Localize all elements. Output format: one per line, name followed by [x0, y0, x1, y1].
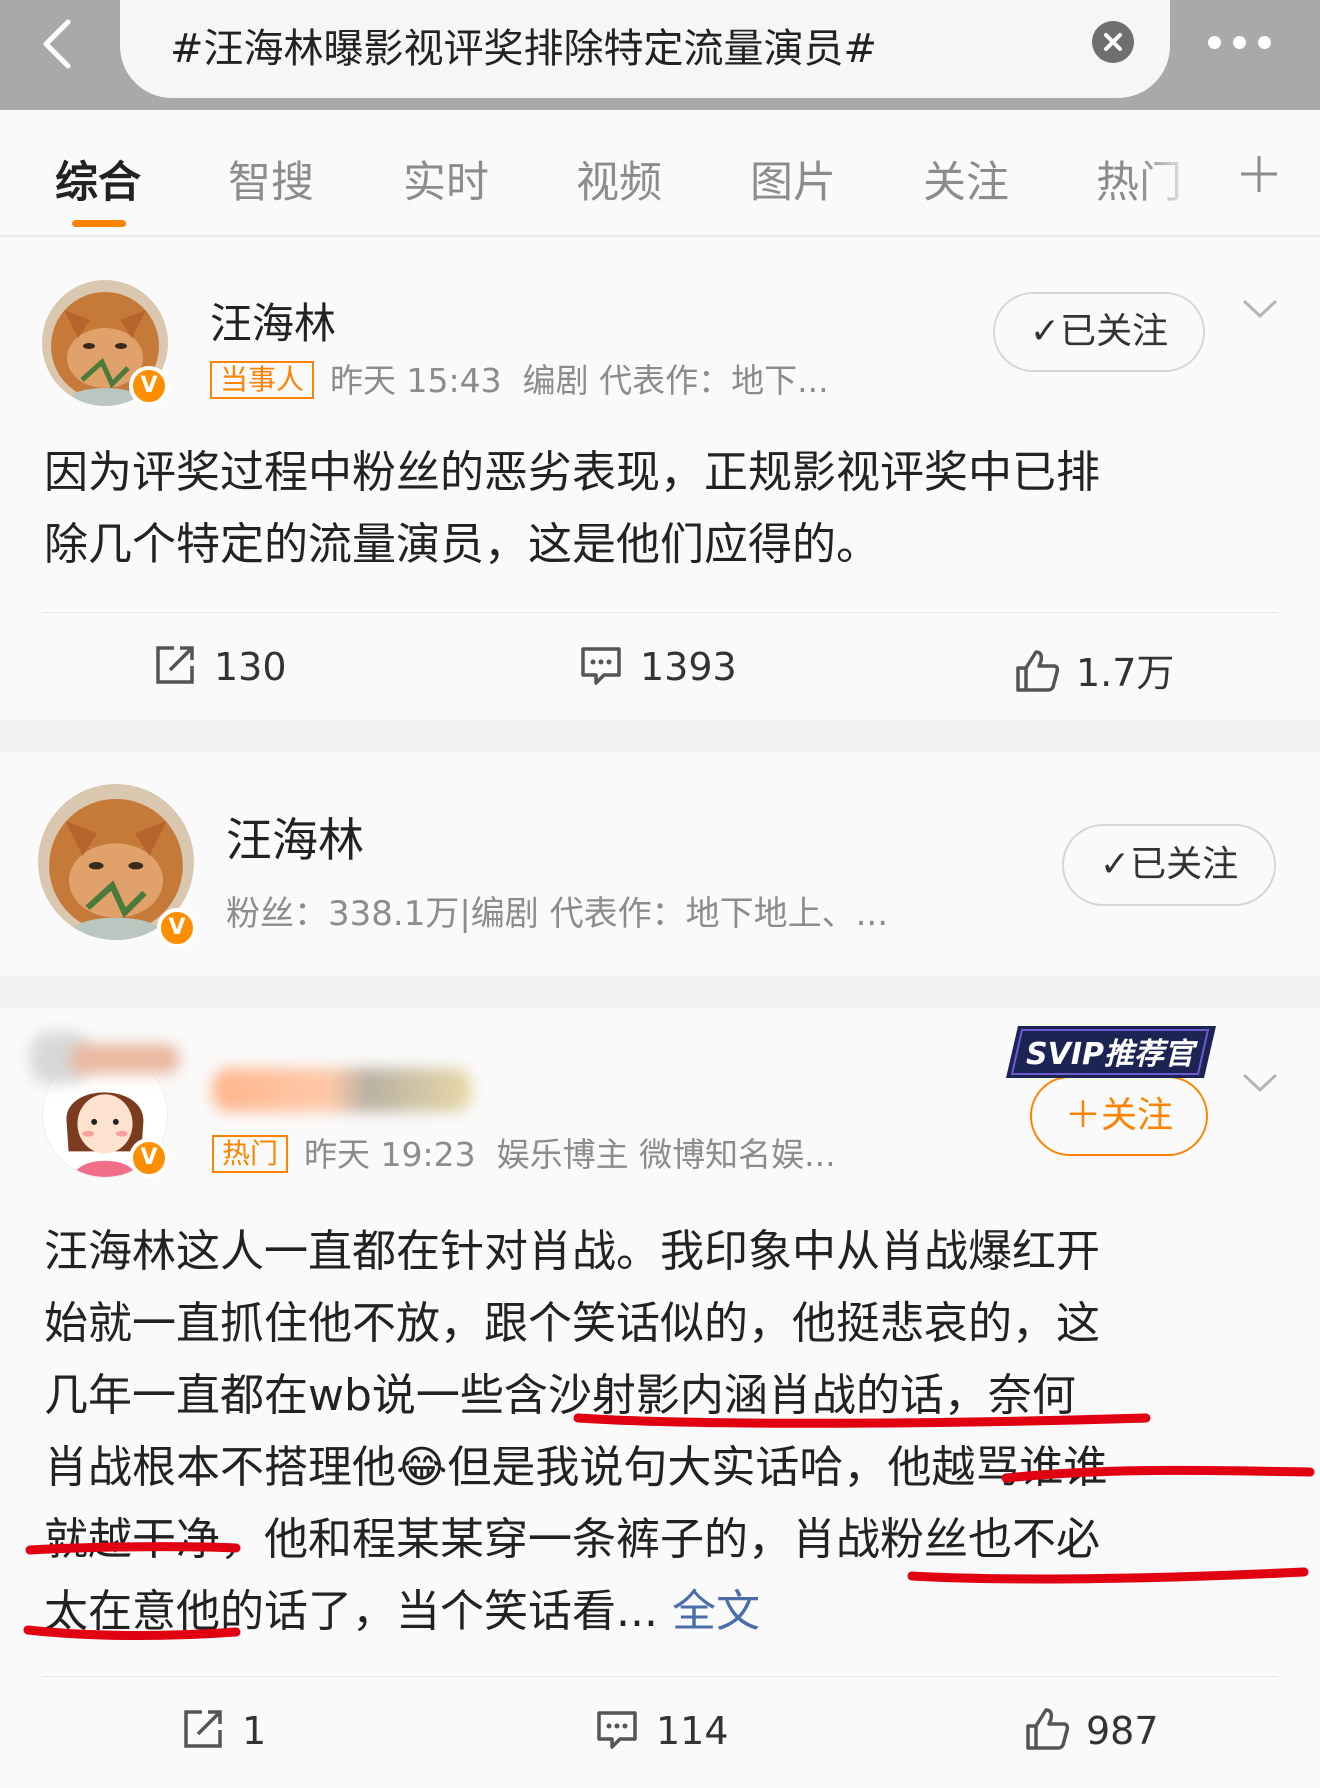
blurred-username[interactable] [212, 1068, 472, 1112]
clear-icon[interactable] [1092, 21, 1134, 63]
post-text-line: 太在意他的话了，当个笑话看... 全文 [44, 1576, 1284, 1648]
chevron-down-icon[interactable] [1240, 1070, 1280, 1096]
post-text-line: 肖战根本不搭理他😂但是我说句大实话哈，他越骂谁谁 [44, 1442, 1108, 1493]
tab-fade [1140, 140, 1220, 210]
repost-button[interactable]: 1 [180, 1706, 266, 1753]
repost-icon [156, 646, 194, 684]
chevron-down-icon[interactable] [1240, 296, 1280, 322]
post-time: 昨天 19:23 [304, 1135, 476, 1174]
following-button[interactable]: ✓已关注 [1062, 824, 1276, 906]
verified-icon: V [129, 366, 169, 406]
like-icon [1026, 1708, 1070, 1750]
user-card-name[interactable]: 汪海林 [226, 804, 364, 870]
divider [42, 1676, 1278, 1677]
verified-icon: V [157, 908, 197, 948]
post-text-line: 因为评奖过程中粉丝的恶劣表现，正规影视评奖中已排 [44, 447, 1100, 498]
user-card[interactable]: V 汪海林 粉丝：338.1万|编剧 代表作：地下地上、... ✓已关注 [0, 752, 1320, 976]
status-badge: 当事人 [210, 361, 315, 399]
tab-bar: 综合 智搜 实时 视频 图片 关注 热门 [0, 110, 1320, 236]
post-text-line: 除几个特定的流量演员，这是他们应得的。 [44, 519, 880, 570]
post-meta: 当事人 昨天 15:43 编剧 代表作：地下... [210, 354, 829, 402]
follow-button[interactable]: ＋关注 [1030, 1076, 1208, 1156]
comment-icon [581, 647, 621, 685]
post-content[interactable]: 因为评奖过程中粉丝的恶劣表现，正规影视评奖中已排 除几个特定的流量演员，这是他们… [44, 437, 1284, 581]
post-author-desc: 娱乐博主 微博知名娱... [496, 1135, 836, 1174]
post-text-tail: 太在意他的话了，当个笑话看... [44, 1586, 658, 1637]
comment-count: 1393 [640, 645, 737, 689]
post-card: V 汪海林 当事人 昨天 15:43 编剧 代表作：地下... ✓已关注 因为评奖… [0, 238, 1320, 720]
plus-icon[interactable] [1237, 152, 1281, 196]
like-count: 1.7万 [1076, 651, 1175, 695]
like-button[interactable]: 987 [1024, 1706, 1159, 1753]
user-card-info: 粉丝：338.1万|编剧 代表作：地下地上、... [226, 894, 889, 934]
active-tab-indicator [72, 220, 126, 227]
following-button[interactable]: ✓已关注 [993, 292, 1205, 372]
verified-icon: V [129, 1138, 169, 1178]
post-text-line: 汪海林这人一直都在针对肖战。我印象中从肖战爆红开 [44, 1226, 1100, 1277]
svip-label: SVIP推荐官 [1026, 1037, 1198, 1072]
more-icon[interactable] [1208, 34, 1308, 54]
tab-video[interactable]: 视频 [576, 148, 662, 210]
svip-badge: SVIP推荐官 [1006, 1026, 1216, 1078]
comment-count: 114 [656, 1709, 729, 1753]
like-button[interactable]: 1.7万 [1014, 642, 1174, 697]
repost-icon [184, 1710, 222, 1748]
tab-comprehensive[interactable]: 综合 [55, 148, 141, 210]
comment-button[interactable]: 1393 [578, 642, 737, 689]
back-arrow-icon[interactable] [30, 14, 90, 74]
post-time: 昨天 15:43 [330, 361, 502, 400]
post-content[interactable]: 汪海林这人一直都在针对肖战。我印象中从肖战爆红开 始就一直抓住他不放，跟个笑话似… [44, 1216, 1284, 1648]
tab-smart-search[interactable]: 智搜 [228, 148, 314, 210]
tab-following[interactable]: 关注 [923, 148, 1009, 210]
post-text-line: 始就一直抓住他不放，跟个笑话似的，他挺悲哀的，这 [44, 1298, 1100, 1349]
comment-button[interactable]: 114 [594, 1706, 729, 1753]
search-input[interactable]: #汪海林曝影视评奖排除特定流量演员# [120, 0, 1170, 98]
post-card: V 热门 昨天 19:23 娱乐博主 微博知名娱... ＋关注 汪海林这人一直都在… [0, 1008, 1320, 1788]
search-query: #汪海林曝影视评奖排除特定流量演员# [170, 26, 878, 72]
post-author-desc: 编剧 代表作：地下... [522, 361, 829, 400]
post-text-line: 几年一直都在wb说一些含沙射影内涵肖战的话，奈何 [44, 1370, 1076, 1421]
like-icon [1016, 650, 1060, 692]
post-username[interactable]: 汪海林 [210, 290, 336, 351]
post-meta: 热门 昨天 19:23 娱乐博主 微博知名娱... [212, 1128, 836, 1176]
repost-button[interactable]: 130 [152, 642, 287, 689]
repost-count: 130 [214, 645, 287, 689]
tab-realtime[interactable]: 实时 [403, 148, 489, 210]
avatar-decoration [70, 1044, 180, 1074]
comment-icon [597, 1711, 637, 1749]
read-more-link[interactable]: 全文 [672, 1586, 760, 1637]
top-bar: #汪海林曝影视评奖排除特定流量演员# [0, 0, 1320, 110]
repost-count: 1 [242, 1709, 267, 1753]
divider [42, 612, 1278, 613]
tab-images[interactable]: 图片 [750, 148, 836, 210]
status-badge: 热门 [212, 1135, 289, 1173]
post-text-line: 就越干净，他和程某某穿一条裤子的，肖战粉丝也不必 [44, 1514, 1100, 1565]
like-count: 987 [1086, 1709, 1159, 1753]
